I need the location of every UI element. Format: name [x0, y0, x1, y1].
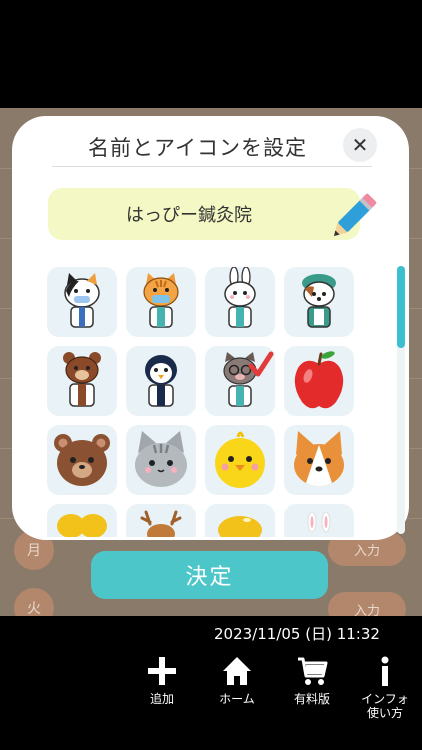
bg-input-button: 入力 — [328, 592, 406, 616]
bear-doctor-icon — [63, 352, 101, 407]
nav-home-label: ホーム — [219, 692, 255, 706]
plus-icon — [148, 657, 176, 685]
dialog-title: 名前とアイコンを設定 — [88, 136, 307, 160]
close-button[interactable]: ✕ — [343, 128, 377, 162]
icon-corgi-face[interactable] — [284, 425, 354, 495]
penguin-doctor-icon — [145, 355, 177, 407]
icon-pig-doctor-selected[interactable] — [205, 346, 275, 416]
pencil-icon[interactable] — [332, 186, 384, 238]
icon-bear-face[interactable] — [47, 425, 117, 495]
yellow-item-icon — [57, 514, 107, 537]
icon-white-rabbit-item[interactable] — [284, 504, 354, 537]
nav-info-label: インフォ 使い方 — [361, 692, 409, 720]
bg-day-label-tue: 火 — [14, 588, 54, 616]
datetime-display: 2023/11/05 (日) 11:32 — [214, 625, 380, 643]
icon-yellow-item[interactable] — [47, 504, 117, 537]
nav-premium[interactable]: 有料版 — [277, 654, 347, 706]
nav-premium-label: 有料版 — [293, 692, 330, 706]
nav-home[interactable]: ホーム — [202, 654, 272, 706]
nav-add[interactable]: 追加 — [127, 654, 197, 706]
icon-orange-cat-doctor[interactable] — [126, 267, 196, 337]
corgi-face-icon — [294, 431, 344, 486]
rabbit-doctor-icon — [224, 267, 256, 328]
chick-face-icon — [215, 431, 265, 488]
bear-face-icon — [54, 434, 110, 486]
bread-item-icon — [218, 516, 262, 537]
home-icon — [223, 657, 251, 685]
icon-gray-cat-face[interactable] — [126, 425, 196, 495]
info-icon — [381, 656, 389, 686]
icon-penguin-doctor[interactable] — [126, 346, 196, 416]
icon-red-apple[interactable] — [284, 346, 354, 416]
close-icon: ✕ — [351, 133, 369, 157]
name-field[interactable]: はっぴー鍼灸院 — [48, 188, 360, 240]
icon-deer-item[interactable] — [126, 504, 196, 537]
pig-doctor-icon — [223, 351, 274, 407]
cat-face-icon — [135, 431, 187, 487]
title-divider — [52, 166, 372, 167]
white-rabbit-item-icon — [307, 511, 331, 533]
confirm-button[interactable]: 決定 — [91, 551, 328, 599]
nav-info[interactable]: インフォ 使い方 — [350, 654, 420, 720]
icon-yellow-chick-face[interactable] — [205, 425, 275, 495]
cart-icon — [298, 657, 328, 685]
icon-shiba-dog-nurse[interactable] — [284, 267, 354, 337]
orange-cat-doctor-icon — [143, 273, 179, 328]
dog-nurse-icon — [302, 274, 336, 328]
icon-bread-item[interactable] — [205, 504, 275, 537]
cat-doctor-icon — [64, 273, 100, 328]
apple-icon — [294, 351, 344, 409]
nav-add-label: 追加 — [149, 692, 174, 706]
scrollbar-thumb[interactable] — [397, 266, 405, 348]
icon-grid[interactable] — [38, 262, 394, 537]
deer-item-icon — [140, 510, 182, 537]
icon-calico-cat-doctor[interactable] — [47, 267, 117, 337]
icon-white-rabbit-doctor[interactable] — [205, 267, 275, 337]
icon-bear-doctor[interactable] — [47, 346, 117, 416]
